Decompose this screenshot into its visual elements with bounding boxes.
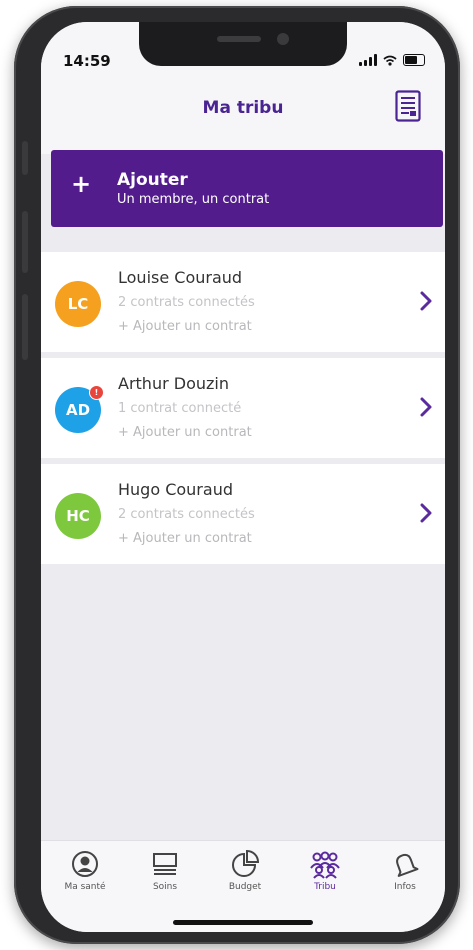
chevron-right-icon[interactable] (419, 290, 433, 312)
signal-icon (359, 54, 377, 66)
member-contracts: 2 contrats connectés (118, 295, 255, 310)
page-title: Ma tribu (202, 98, 284, 118)
stack-icon (153, 853, 177, 875)
app-screen: 14:59 Ma tribu + Ajouter Un membre, un c… (41, 22, 445, 932)
wifi-icon (383, 55, 397, 66)
member-name: Arthur Douzin (118, 374, 229, 393)
add-subtitle: Un membre, un contrat (117, 192, 270, 207)
camera (277, 33, 289, 45)
home-indicator[interactable] (173, 920, 313, 925)
add-contract-link[interactable]: + Ajouter un contrat (118, 319, 252, 334)
chevron-right-icon[interactable] (419, 396, 433, 418)
person-circle-icon (72, 851, 98, 877)
add-contract-link[interactable]: + Ajouter un contrat (118, 531, 252, 546)
tab-soins[interactable]: Soins (125, 849, 205, 892)
tab-label: Infos (394, 882, 416, 892)
member-row-arthur[interactable]: AD ! Arthur Douzin 1 contrat connecté + … (41, 358, 445, 458)
plus-icon: + (71, 170, 92, 198)
avatar-initials: AD (65, 401, 91, 419)
add-contract-link[interactable]: + Ajouter un contrat (118, 425, 252, 440)
speaker (217, 36, 261, 42)
member-name: Hugo Couraud (118, 480, 233, 499)
tab-label: Ma santé (64, 882, 106, 892)
tab-budget[interactable]: Budget (205, 849, 285, 892)
pie-chart-icon (232, 849, 260, 877)
avatar-initials: HC (66, 507, 90, 525)
tab-tribu[interactable]: Tribu (285, 849, 365, 892)
avatar: HC (55, 493, 101, 539)
add-member-button[interactable]: + Ajouter Un membre, un contrat (51, 150, 443, 227)
member-row-louise[interactable]: LC Louise Couraud 2 contrats connectés +… (41, 252, 445, 352)
member-contracts: 1 contrat connecté (118, 401, 242, 416)
avatar-initials: LC (67, 295, 89, 313)
tab-infos[interactable]: Infos (365, 849, 445, 892)
volume-down-button (22, 294, 28, 360)
chevron-right-icon[interactable] (419, 502, 433, 524)
notch (139, 22, 347, 66)
document-list-icon[interactable] (395, 90, 421, 122)
avatar: LC (55, 281, 101, 327)
member-row-hugo[interactable]: HC Hugo Couraud 2 contrats connectés + A… (41, 464, 445, 564)
member-name: Louise Couraud (118, 268, 243, 287)
volume-up-button (22, 211, 28, 273)
bell-icon (396, 853, 419, 877)
mute-switch (22, 141, 28, 175)
tab-bar: Ma santé Soins Budget Tribu Infos (41, 840, 445, 932)
member-contracts: 2 contrats connectés (118, 507, 255, 522)
notification-badge: ! (89, 385, 104, 400)
tab-ma-sante[interactable]: Ma santé (45, 849, 125, 892)
tab-label: Budget (228, 882, 262, 892)
status-icons (359, 54, 425, 66)
add-title: Ajouter (117, 170, 188, 190)
battery-icon (403, 54, 425, 66)
people-group-icon (310, 851, 340, 879)
status-time: 14:59 (63, 52, 111, 70)
tab-label: Soins (152, 882, 178, 892)
nav-bar: Ma tribu (41, 82, 445, 154)
tab-label: Tribu (314, 882, 336, 892)
